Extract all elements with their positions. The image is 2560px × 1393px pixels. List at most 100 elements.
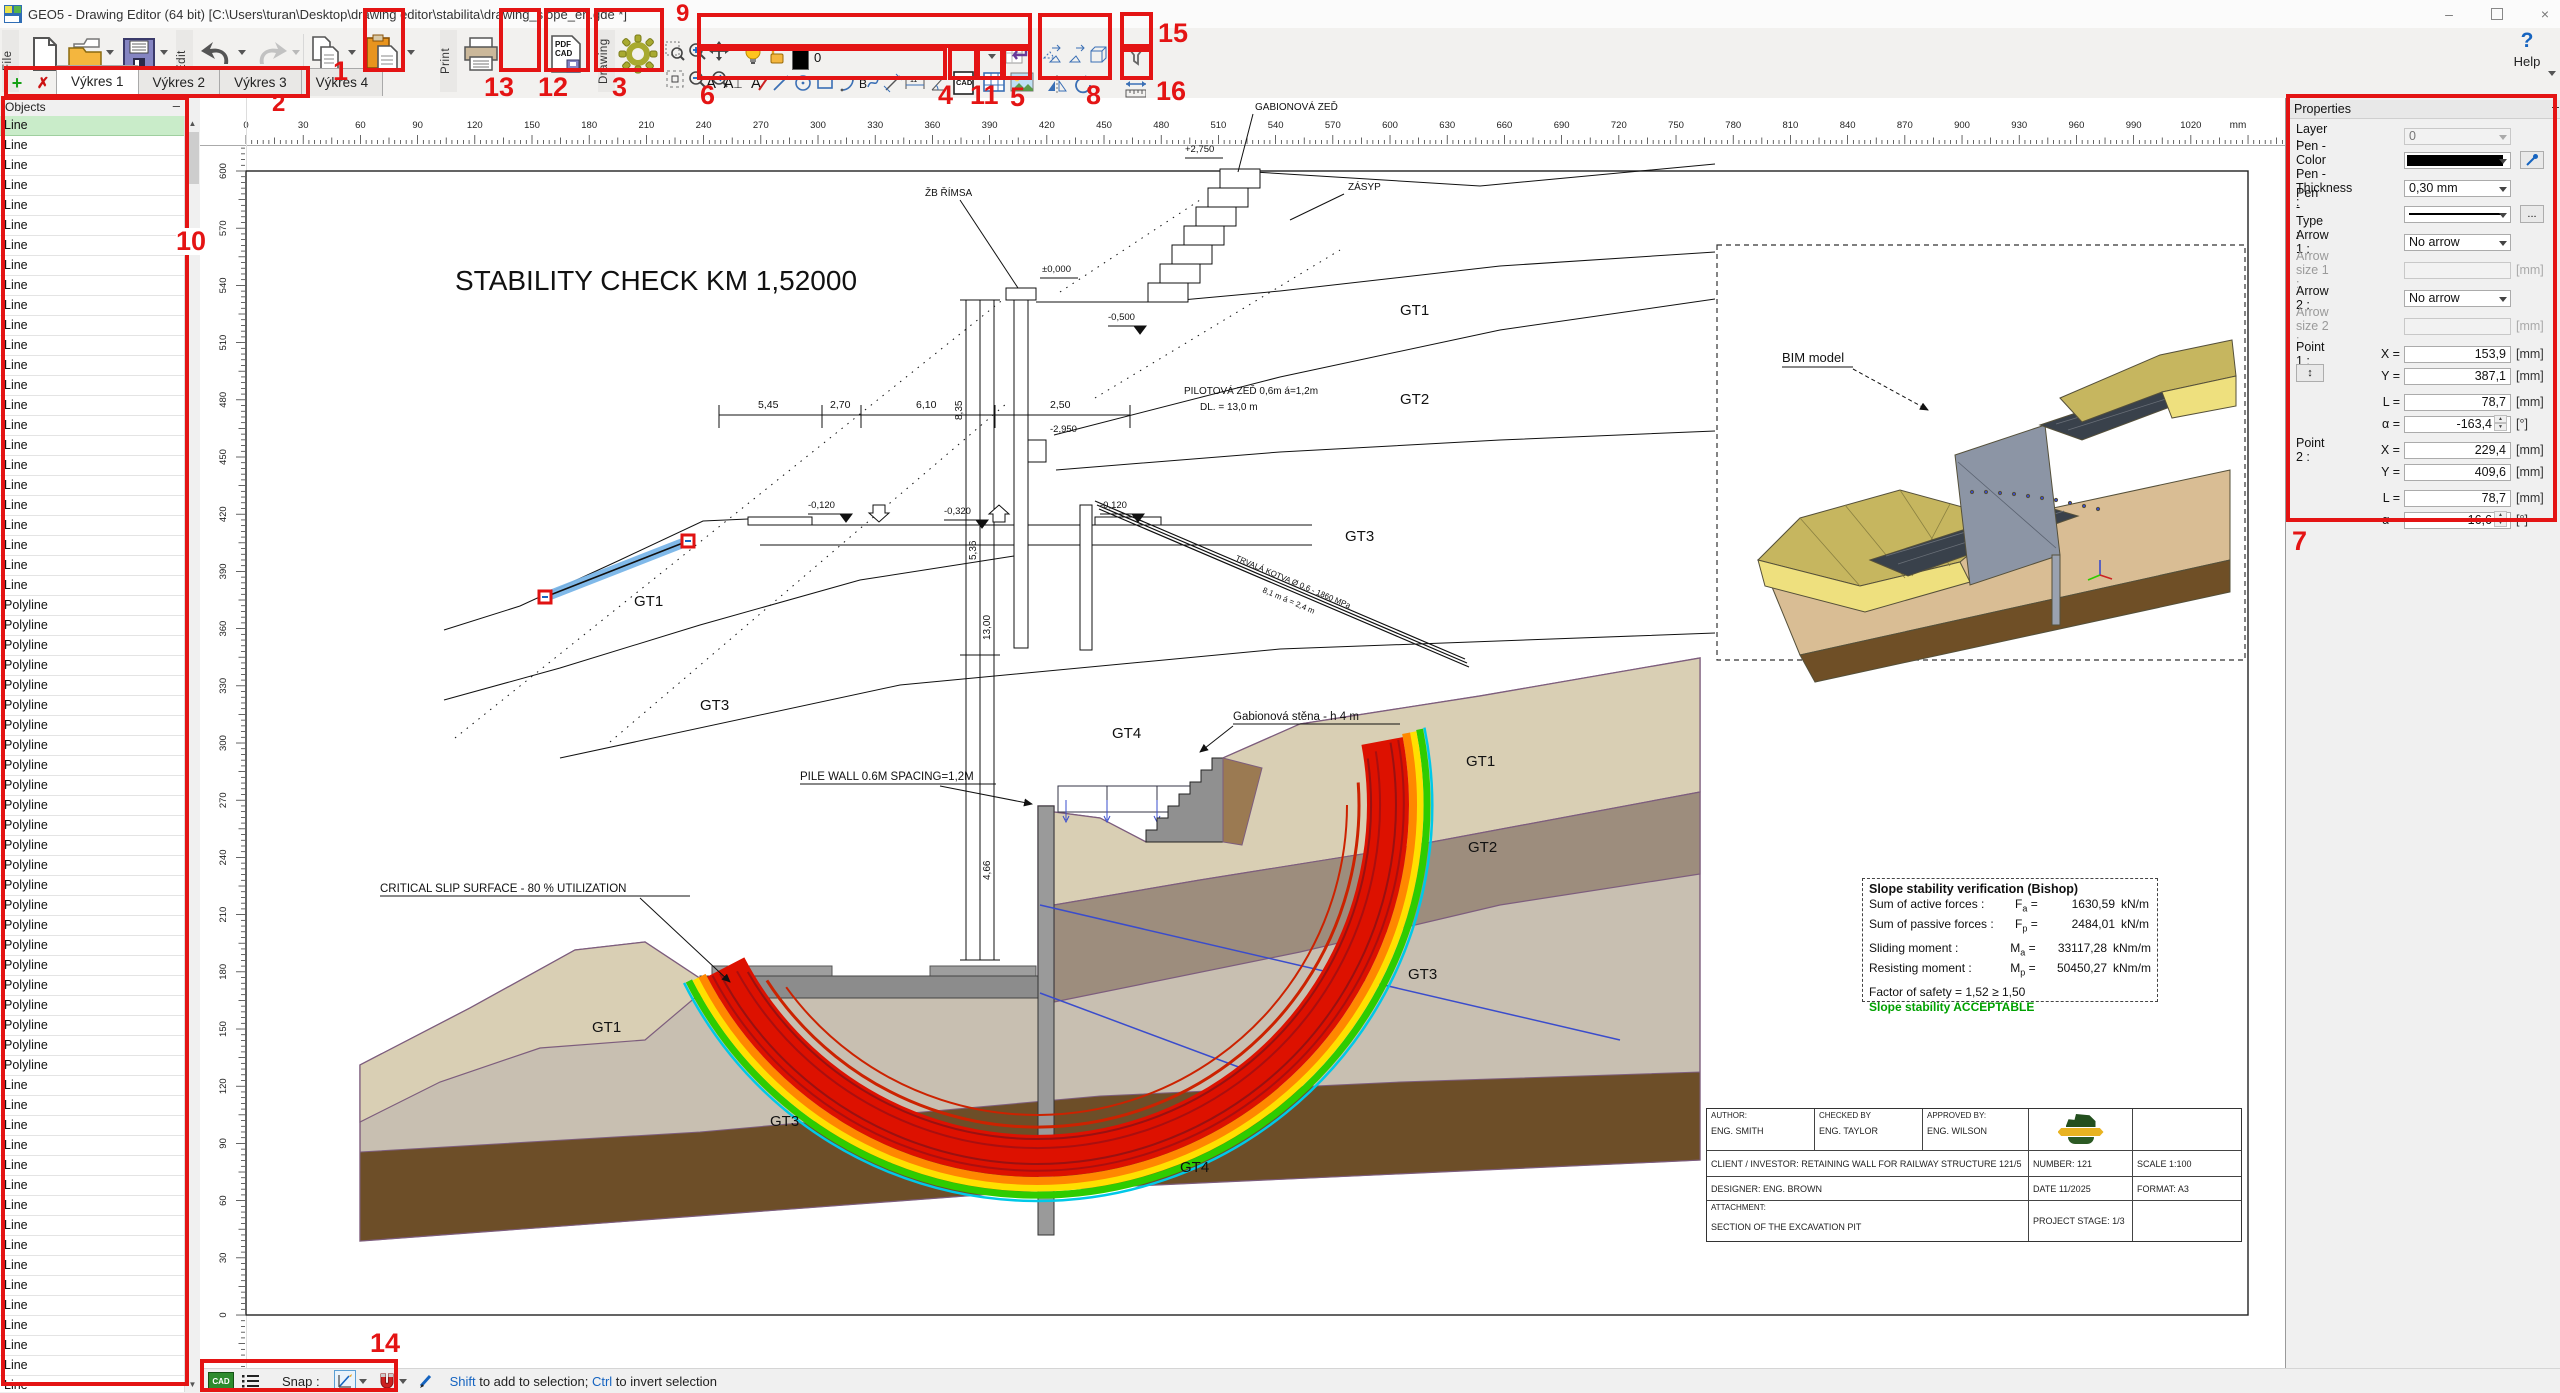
text-cursor-tool-icon[interactable]: A⌶ (722, 72, 744, 94)
apply-layer-icon[interactable] (1004, 44, 1030, 66)
move-icon[interactable] (1066, 44, 1088, 66)
tab-vykres-1[interactable]: Výkres 1 (56, 65, 139, 96)
list-item[interactable]: Polyline (0, 1036, 185, 1056)
point1-y-field[interactable]: 387,1 (2404, 368, 2511, 385)
line-tool-icon[interactable] (770, 72, 792, 94)
arc-tool-icon[interactable] (836, 72, 858, 94)
list-item[interactable]: Line (0, 1196, 185, 1216)
list-item[interactable]: Line (0, 1176, 185, 1196)
list-item[interactable]: Line (0, 556, 185, 576)
pencil-icon[interactable] (418, 1373, 434, 1389)
list-item[interactable]: Line (0, 536, 185, 556)
filter-icon[interactable] (1124, 44, 1146, 66)
list-item[interactable]: Line (0, 1276, 185, 1296)
copy-dropdown-icon[interactable] (348, 50, 356, 55)
list-item[interactable]: Line (0, 1216, 185, 1236)
list-item[interactable]: Line (0, 476, 185, 496)
list-item[interactable]: Line (0, 216, 185, 236)
pen-type-more-button[interactable]: ... (2520, 205, 2544, 223)
zoom-in-icon[interactable] (686, 40, 708, 62)
close-button[interactable]: × (2538, 7, 2552, 21)
magnet-icon[interactable] (378, 1372, 396, 1390)
minimize-button[interactable]: – (2442, 7, 2456, 21)
list-item[interactable]: Line (0, 1236, 185, 1256)
properties-minimize-button[interactable]: – (2552, 100, 2559, 114)
help-menu[interactable]: ? Help (2500, 28, 2554, 92)
list-item[interactable]: Line (0, 316, 185, 336)
cad-mode-icon[interactable]: CAD (208, 1372, 234, 1390)
list-item[interactable]: Polyline (0, 996, 185, 1016)
print-button[interactable] (462, 33, 500, 75)
list-item[interactable]: Polyline (0, 1016, 185, 1036)
text-edit-tool-icon[interactable]: A (748, 72, 770, 94)
list-item[interactable]: Polyline (0, 736, 185, 756)
restore-button[interactable] (2490, 7, 2504, 21)
list-item[interactable]: Line (0, 356, 185, 376)
list-item[interactable]: Line (0, 296, 185, 316)
layer-color-swatch[interactable] (792, 48, 809, 70)
layer-visibility-bulb-icon[interactable] (742, 44, 764, 66)
drawing-canvas[interactable]: 0306090120150180210240270300330360390420… (200, 98, 2285, 1368)
tab-vykres-2[interactable]: Výkres 2 (138, 68, 221, 96)
drawing-settings-gear-icon[interactable] (616, 33, 660, 75)
list-item[interactable]: Polyline (0, 836, 185, 856)
list-item[interactable]: Line (0, 276, 185, 296)
list-item[interactable]: Polyline (0, 596, 185, 616)
list-item[interactable]: Line (0, 1316, 185, 1336)
help-dropdown-icon[interactable] (2548, 71, 2556, 76)
list-item[interactable]: Line (0, 576, 185, 596)
list-item[interactable]: Line (0, 456, 185, 476)
scroll-up-icon[interactable]: ▲ (185, 116, 200, 131)
list-item[interactable]: Line (0, 1076, 185, 1096)
export-pdf-cad-button[interactable]: PDFCAD (547, 33, 585, 75)
list-item[interactable]: Line (0, 1336, 185, 1356)
undo-dropdown-icon[interactable] (238, 50, 246, 55)
list-item[interactable]: Polyline (0, 916, 185, 936)
save-dropdown-icon[interactable] (160, 50, 168, 55)
list-item[interactable]: Line (0, 396, 185, 416)
layer-select[interactable]: 0 (2404, 128, 2511, 145)
list-item[interactable]: Line (0, 196, 185, 216)
point1-x-field[interactable]: 153,9 (2404, 346, 2511, 363)
angle1-spinner[interactable]: ▲▼ (2494, 415, 2507, 429)
list-item[interactable]: Polyline (0, 616, 185, 636)
snap-dropdown-icon[interactable] (359, 1379, 367, 1384)
tab-vykres-3[interactable]: Výkres 3 (219, 68, 302, 96)
list-item[interactable]: Line (0, 1296, 185, 1316)
list-item[interactable]: Polyline (0, 716, 185, 736)
layer-lock-icon[interactable] (766, 44, 788, 66)
bezier-tool-icon[interactable]: B (858, 72, 880, 94)
circle-tool-icon[interactable] (792, 72, 814, 94)
list-item[interactable]: Line (0, 1356, 185, 1376)
list-item[interactable]: Polyline (0, 956, 185, 976)
objects-list[interactable]: LineLineLineLineLineLineLineLineLineLine… (0, 116, 185, 1392)
zoom-window-icon[interactable] (664, 40, 686, 62)
color-picker-button[interactable] (2520, 151, 2544, 169)
add-tab-button[interactable]: + (4, 70, 30, 96)
list-item[interactable]: Polyline (0, 756, 185, 776)
list-item[interactable]: Line (0, 376, 185, 396)
list-item[interactable]: Line (0, 236, 185, 256)
objects-scrollbar[interactable]: ▲ ▼ (184, 116, 200, 1392)
rectangle-tool-icon[interactable] (814, 72, 836, 94)
point2-x-field[interactable]: 229,4 (2404, 442, 2511, 459)
list-item[interactable]: Line (0, 256, 185, 276)
list-item[interactable]: Polyline (0, 656, 185, 676)
layer-list-icon[interactable] (242, 1374, 260, 1388)
open-dropdown-icon[interactable] (106, 50, 114, 55)
pen-color-select[interactable] (2404, 152, 2511, 169)
list-item[interactable]: Line (0, 1096, 185, 1116)
snap-mode-icon[interactable] (334, 1370, 356, 1392)
length2-field[interactable]: 78,7 (2404, 490, 2511, 507)
swap-points-button[interactable]: ↕ (2296, 364, 2324, 382)
list-item[interactable]: Polyline (0, 936, 185, 956)
scroll-down-icon[interactable]: ▼ (185, 1377, 200, 1392)
zoom-extents-icon[interactable] (664, 68, 686, 90)
list-item[interactable]: Polyline (0, 796, 185, 816)
pan-icon[interactable] (708, 40, 730, 62)
list-item[interactable]: Polyline (0, 876, 185, 896)
list-item[interactable]: Line (0, 1116, 185, 1136)
arrow1-select[interactable]: No arrow (2404, 234, 2511, 251)
copy-move-icon[interactable] (1042, 44, 1064, 66)
list-item[interactable]: Line (0, 336, 185, 356)
